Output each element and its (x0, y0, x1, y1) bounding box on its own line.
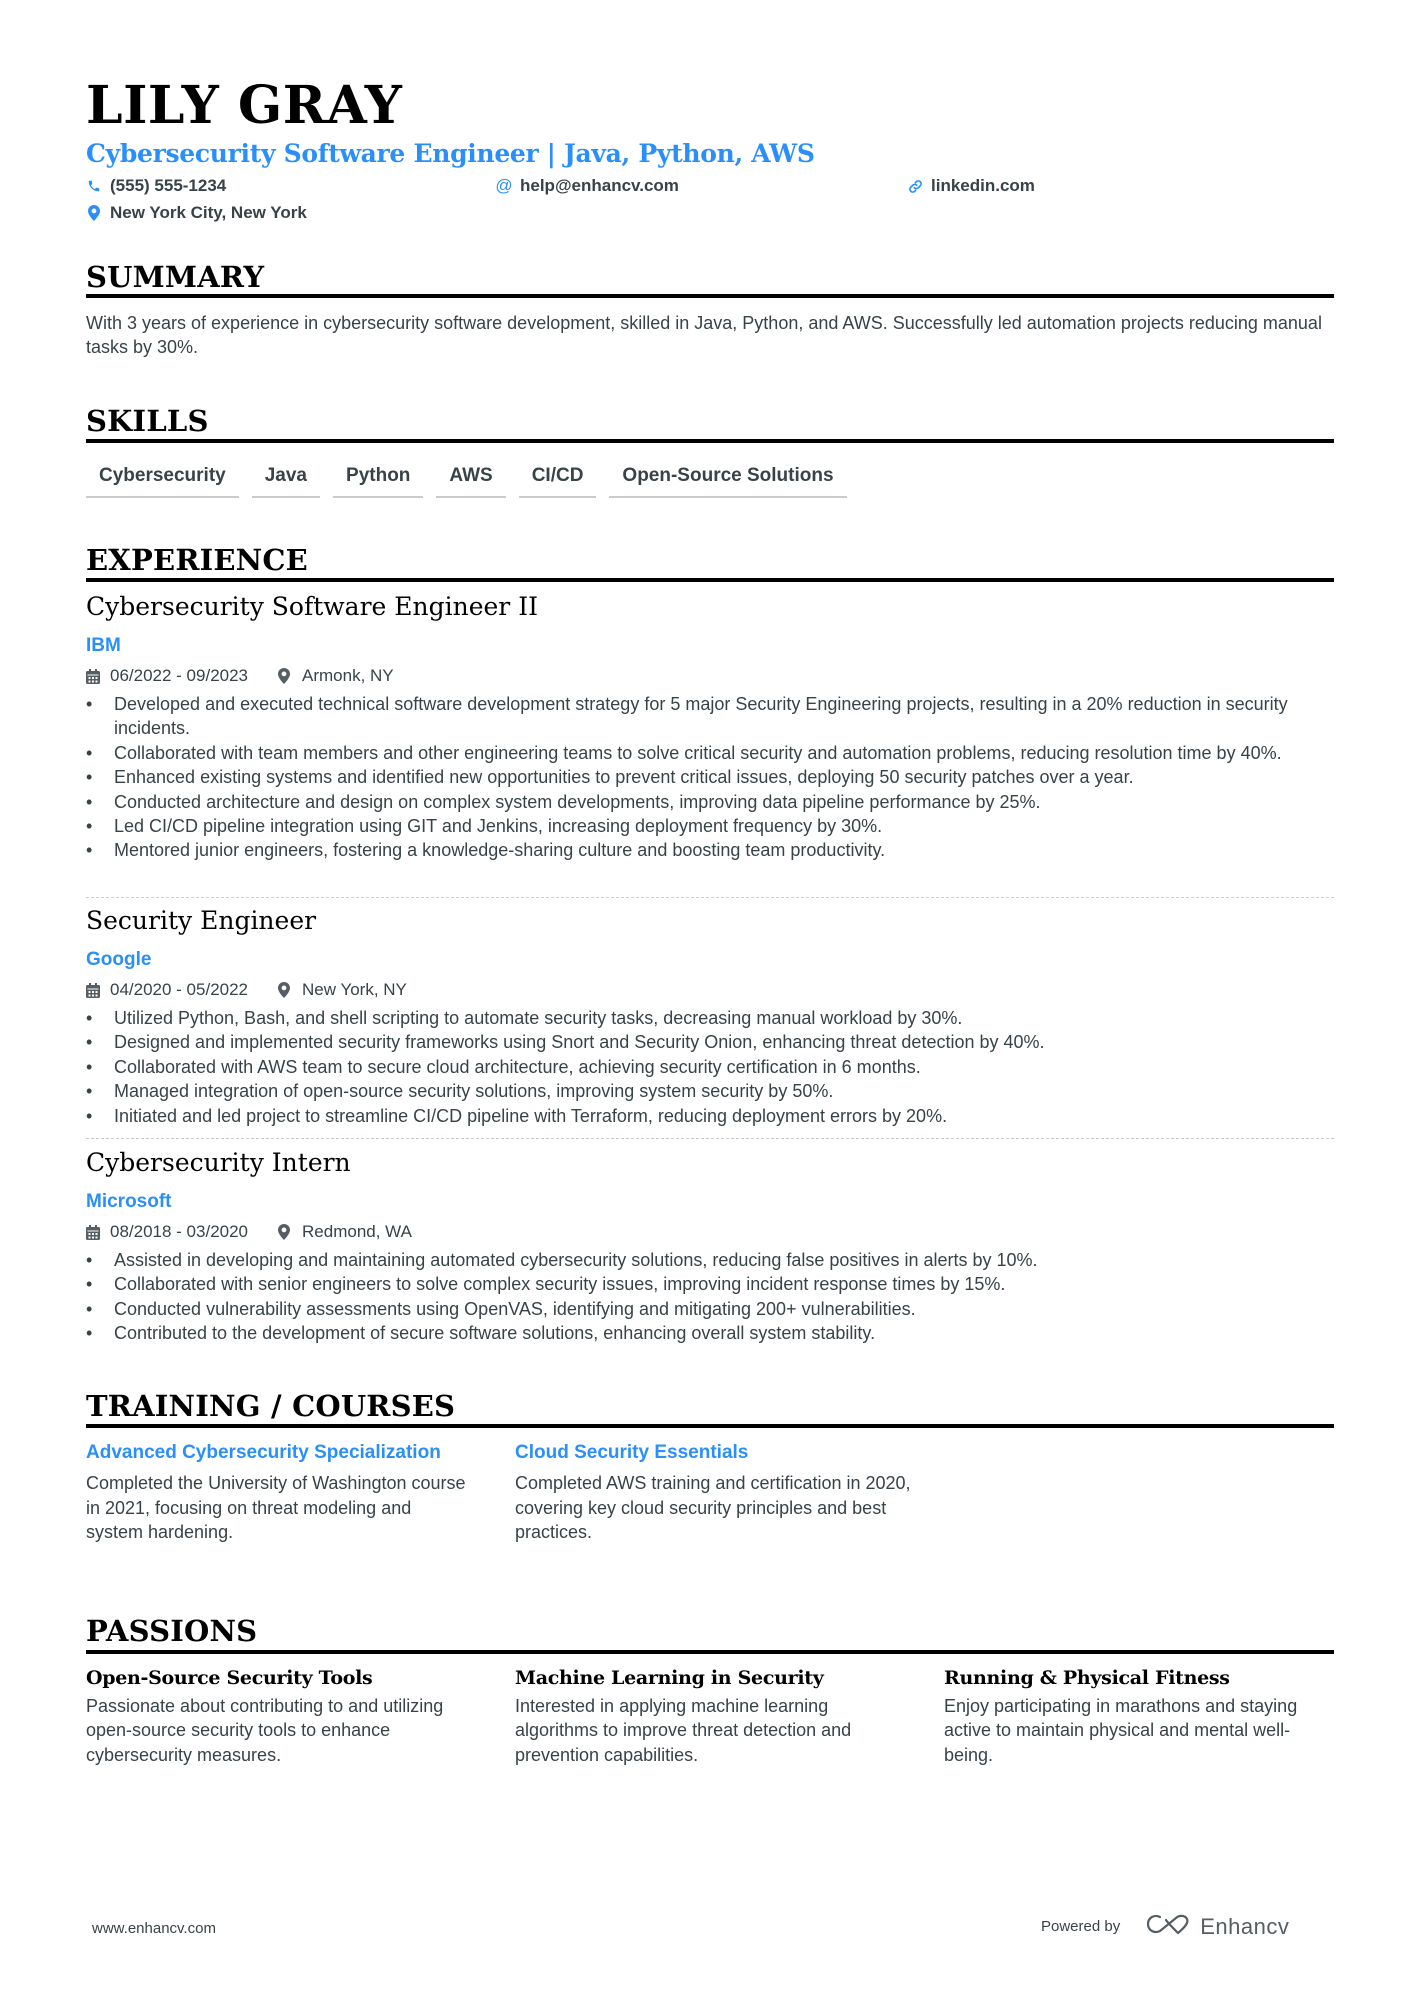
passion-description: Interested in applying machine learning … (515, 1696, 852, 1765)
map-pin-icon (278, 1224, 293, 1240)
skill-tag: CI/CD (518, 462, 597, 498)
footer-website[interactable]: www.enhancv.com (92, 1920, 216, 1937)
bullet-item: Assisted in developing and maintaining a… (86, 1248, 1334, 1273)
course-description: Completed the University of Washington c… (86, 1473, 466, 1543)
bullet-item: Utilized Python, Bash, and shell scripti… (86, 1006, 1334, 1031)
passion-item: Running & Physical Fitness Enjoy partici… (944, 1665, 1334, 1767)
course-item: Advanced Cybersecurity Specialization Co… (86, 1441, 466, 1545)
contact-phone: (555) 555-1234 (86, 175, 226, 197)
brand-name: Enhancv (1200, 1913, 1290, 1939)
job-bullets: Developed and executed technical softwar… (86, 692, 1334, 863)
location-text: New York City, New York (110, 203, 307, 222)
bullet-item: Initiated and led project to streamline … (86, 1104, 1334, 1129)
map-pin-icon (278, 668, 293, 684)
section-title-experience: EXPERIENCE (86, 543, 308, 577)
bullet-item: Designed and implemented security framew… (86, 1030, 1334, 1055)
summary-text: With 3 years of experience in cybersecur… (86, 313, 1322, 358)
section-divider (86, 439, 1334, 443)
bullet-item: Enhanced existing systems and identified… (86, 765, 1334, 790)
candidate-name: LILY GRAY (86, 75, 403, 136)
calendar-icon (86, 668, 101, 684)
course-description: Completed AWS training and certification… (515, 1473, 911, 1543)
map-pin-icon (278, 982, 293, 998)
job-meta: 04/2020 - 05/2022 New York, NY (86, 979, 407, 1001)
course-title: Cloud Security Essentials (515, 1442, 749, 1463)
company-name: IBM (86, 635, 121, 656)
job-title: Security Engineer (86, 906, 317, 935)
skills-list: Cybersecurity Java Python AWS CI/CD Open… (86, 462, 860, 498)
bullet-item: Developed and executed technical softwar… (86, 692, 1334, 741)
bullet-item: Managed integration of open-source secur… (86, 1079, 1334, 1104)
job-title: Cybersecurity Software Engineer II (86, 592, 538, 621)
company-name: Google (86, 949, 152, 970)
link-icon (907, 178, 923, 194)
phone-icon (86, 178, 102, 194)
bullet-item: Collaborated with team members and other… (86, 741, 1334, 766)
contact-linkedin[interactable]: linkedin.com (907, 175, 1035, 197)
course-title: Advanced Cybersecurity Specialization (86, 1442, 441, 1463)
job-separator (86, 1138, 1334, 1139)
contact-email[interactable]: @ help@enhancv.com (495, 175, 679, 197)
section-title-training: TRAINING / COURSES (86, 1389, 456, 1423)
skill-tag: Java (251, 462, 321, 498)
course-item: Cloud Security Essentials Completed AWS … (515, 1441, 915, 1545)
calendar-icon (86, 982, 101, 998)
section-title-skills: SKILLS (86, 404, 209, 438)
bullet-item: Conducted architecture and design on com… (86, 790, 1334, 815)
candidate-headline: Cybersecurity Software Engineer | Java, … (86, 139, 815, 168)
job-separator (86, 897, 1334, 898)
footer-branding: Powered by Enhancv (1041, 1912, 1289, 1941)
job-location: New York, NY (302, 980, 407, 999)
job-dates: 04/2020 - 05/2022 (110, 980, 249, 999)
bullet-item: Collaborated with AWS team to secure clo… (86, 1055, 1334, 1080)
section-divider (86, 294, 1334, 298)
job-title: Cybersecurity Intern (86, 1148, 351, 1177)
skill-tag: Python (333, 462, 424, 498)
job-bullets: Utilized Python, Bash, and shell scripti… (86, 1006, 1334, 1128)
calendar-icon (86, 1224, 101, 1240)
map-pin-icon (86, 205, 102, 221)
section-divider (86, 1650, 1334, 1654)
phone-number: (555) 555-1234 (110, 176, 227, 195)
email-link[interactable]: help@enhancv.com (520, 175, 679, 197)
bullet-item: Conducted vulnerability assessments usin… (86, 1297, 1334, 1322)
bullet-item: Mentored junior engineers, fostering a k… (86, 838, 1334, 863)
passion-title: Open-Source Security Tools (86, 1667, 373, 1689)
skill-tag: Cybersecurity (86, 462, 239, 498)
job-location: Redmond, WA (302, 1222, 412, 1241)
section-title-summary: SUMMARY (86, 260, 265, 294)
bullet-item: Led CI/CD pipeline integration using GIT… (86, 814, 1334, 839)
bullet-item: Collaborated with senior engineers to so… (86, 1272, 1334, 1297)
section-divider (86, 578, 1334, 582)
job-bullets: Assisted in developing and maintaining a… (86, 1248, 1334, 1346)
job-location: Armonk, NY (302, 666, 394, 685)
passion-description: Enjoy participating in marathons and sta… (944, 1696, 1298, 1765)
linkedin-link[interactable]: linkedin.com (931, 175, 1035, 197)
job-meta: 08/2018 - 03/2020 Redmond, WA (86, 1221, 412, 1243)
bullet-item: Contributed to the development of secure… (86, 1321, 1334, 1346)
passion-description: Passionate about contributing to and uti… (86, 1696, 444, 1765)
company-name: Microsoft (86, 1191, 172, 1212)
contact-location: New York City, New York (86, 202, 307, 224)
enhancv-logo-icon (1146, 1912, 1192, 1941)
section-title-passions: PASSIONS (86, 1614, 258, 1648)
job-meta: 06/2022 - 09/2023 Armonk, NY (86, 665, 394, 687)
section-divider (86, 1424, 1334, 1428)
at-icon: @ (495, 176, 513, 195)
passion-item: Machine Learning in Security Interested … (515, 1665, 915, 1767)
job-dates: 08/2018 - 03/2020 (110, 1222, 249, 1241)
job-dates: 06/2022 - 09/2023 (110, 666, 249, 685)
passion-title: Running & Physical Fitness (944, 1667, 1230, 1689)
skill-tag: AWS (436, 462, 506, 498)
skill-tag: Open-Source Solutions (609, 462, 847, 498)
powered-by-label: Powered by (1041, 1918, 1121, 1935)
passion-title: Machine Learning in Security (515, 1667, 824, 1689)
passion-item: Open-Source Security Tools Passionate ab… (86, 1665, 486, 1767)
